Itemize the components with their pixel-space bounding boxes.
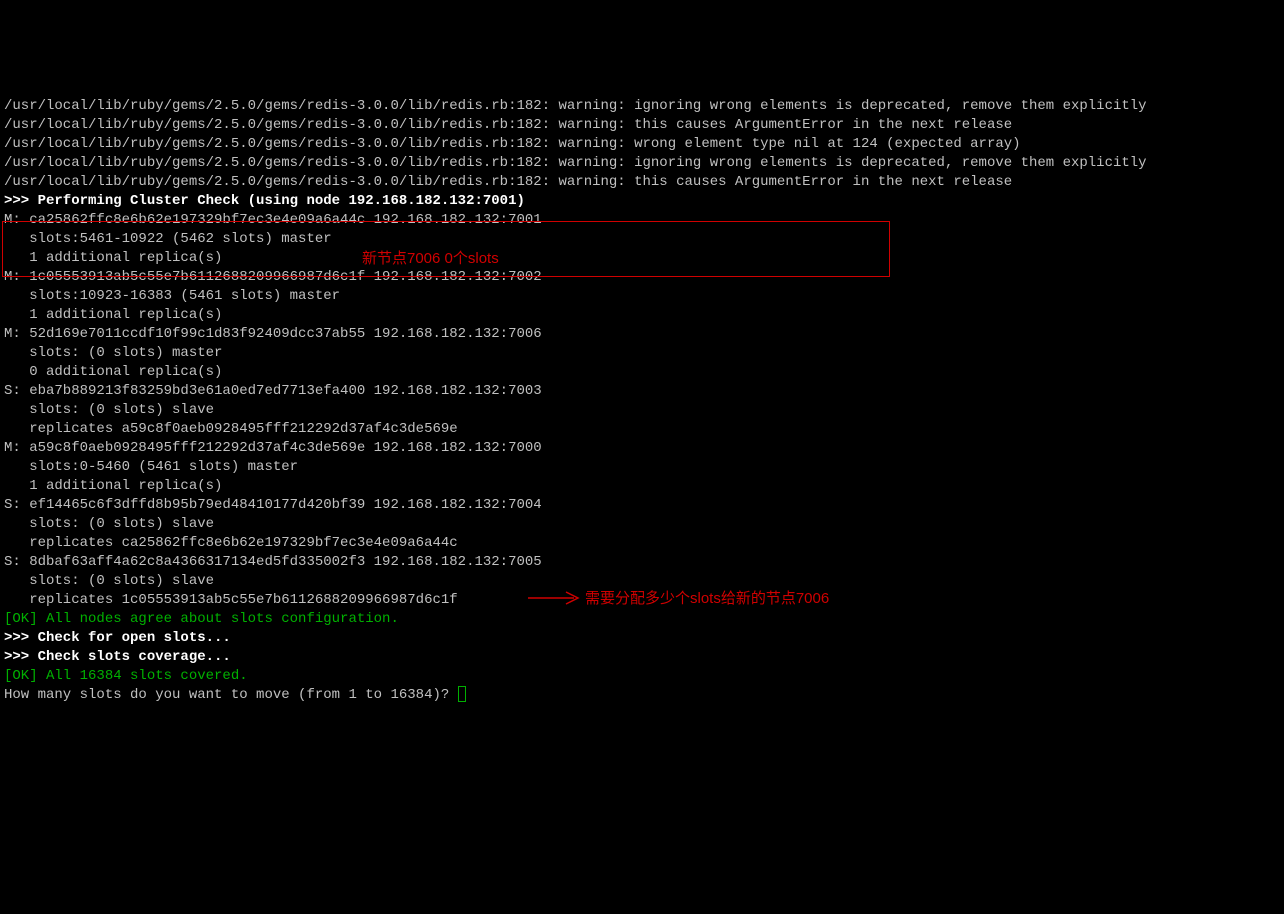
- cursor: [458, 686, 466, 702]
- ok-message-agree: [OK] All nodes agree about slots configu…: [4, 611, 399, 627]
- annotation-need-allocate: 需要分配多少个slots给新的节点7006: [585, 589, 829, 608]
- node-line: M: a59c8f0aeb0928495fff212292d37af4c3de5…: [4, 440, 542, 456]
- ok-message-covered: [OK] All 16384 slots covered.: [4, 668, 248, 684]
- node-line: M: ca25862ffc8e6b62e197329bf7ec3e4e09a6a…: [4, 212, 542, 228]
- node-line: 1 additional replica(s): [4, 250, 222, 266]
- warning-line: /usr/local/lib/ruby/gems/2.5.0/gems/redi…: [4, 98, 1147, 114]
- node-line: 1 additional replica(s): [4, 478, 222, 494]
- node-line: M: 52d169e7011ccdf10f99c1d83f92409dcc37a…: [4, 326, 542, 342]
- warning-line: /usr/local/lib/ruby/gems/2.5.0/gems/redi…: [4, 155, 1147, 171]
- section-header-open-slots: >>> Check for open slots...: [4, 630, 231, 646]
- annotation-new-node: 新节点7006 0个slots: [362, 249, 499, 268]
- prompt-line[interactable]: How many slots do you want to move (from…: [4, 687, 466, 703]
- node-line: slots:0-5460 (5461 slots) master: [4, 459, 298, 475]
- node-line: slots: (0 slots) slave: [4, 402, 214, 418]
- node-line: slots: (0 slots) master: [4, 345, 222, 361]
- node-line: 0 additional replica(s): [4, 364, 222, 380]
- node-line: slots: (0 slots) slave: [4, 516, 214, 532]
- node-line: S: ef14465c6f3dffd8b95b79ed48410177d420b…: [4, 497, 542, 513]
- node-line: replicates ca25862ffc8e6b62e197329bf7ec3…: [4, 535, 458, 551]
- node-line: M: 1c05553913ab5c55e7b6112688209966987d6…: [4, 269, 542, 285]
- node-line: replicates a59c8f0aeb0928495fff212292d37…: [4, 421, 458, 437]
- node-line: S: eba7b889213f83259bd3e61a0ed7ed7713efa…: [4, 383, 542, 399]
- warning-line: /usr/local/lib/ruby/gems/2.5.0/gems/redi…: [4, 117, 1012, 133]
- section-header-cluster-check: >>> Performing Cluster Check (using node…: [4, 193, 525, 209]
- node-line: slots:10923-16383 (5461 slots) master: [4, 288, 340, 304]
- node-line: S: 8dbaf63aff4a62c8a4366317134ed5fd33500…: [4, 554, 542, 570]
- node-line: 1 additional replica(s): [4, 307, 222, 323]
- node-line: slots:5461-10922 (5462 slots) master: [4, 231, 332, 247]
- node-line: replicates 1c05553913ab5c55e7b6112688209…: [4, 592, 458, 608]
- terminal-output: /usr/local/lib/ruby/gems/2.5.0/gems/redi…: [4, 78, 1280, 705]
- node-line: slots: (0 slots) slave: [4, 573, 214, 589]
- prompt-text: How many slots do you want to move (from…: [4, 687, 458, 703]
- warning-line: /usr/local/lib/ruby/gems/2.5.0/gems/redi…: [4, 174, 1012, 190]
- warning-line: /usr/local/lib/ruby/gems/2.5.0/gems/redi…: [4, 136, 1021, 152]
- section-header-slots-coverage: >>> Check slots coverage...: [4, 649, 231, 665]
